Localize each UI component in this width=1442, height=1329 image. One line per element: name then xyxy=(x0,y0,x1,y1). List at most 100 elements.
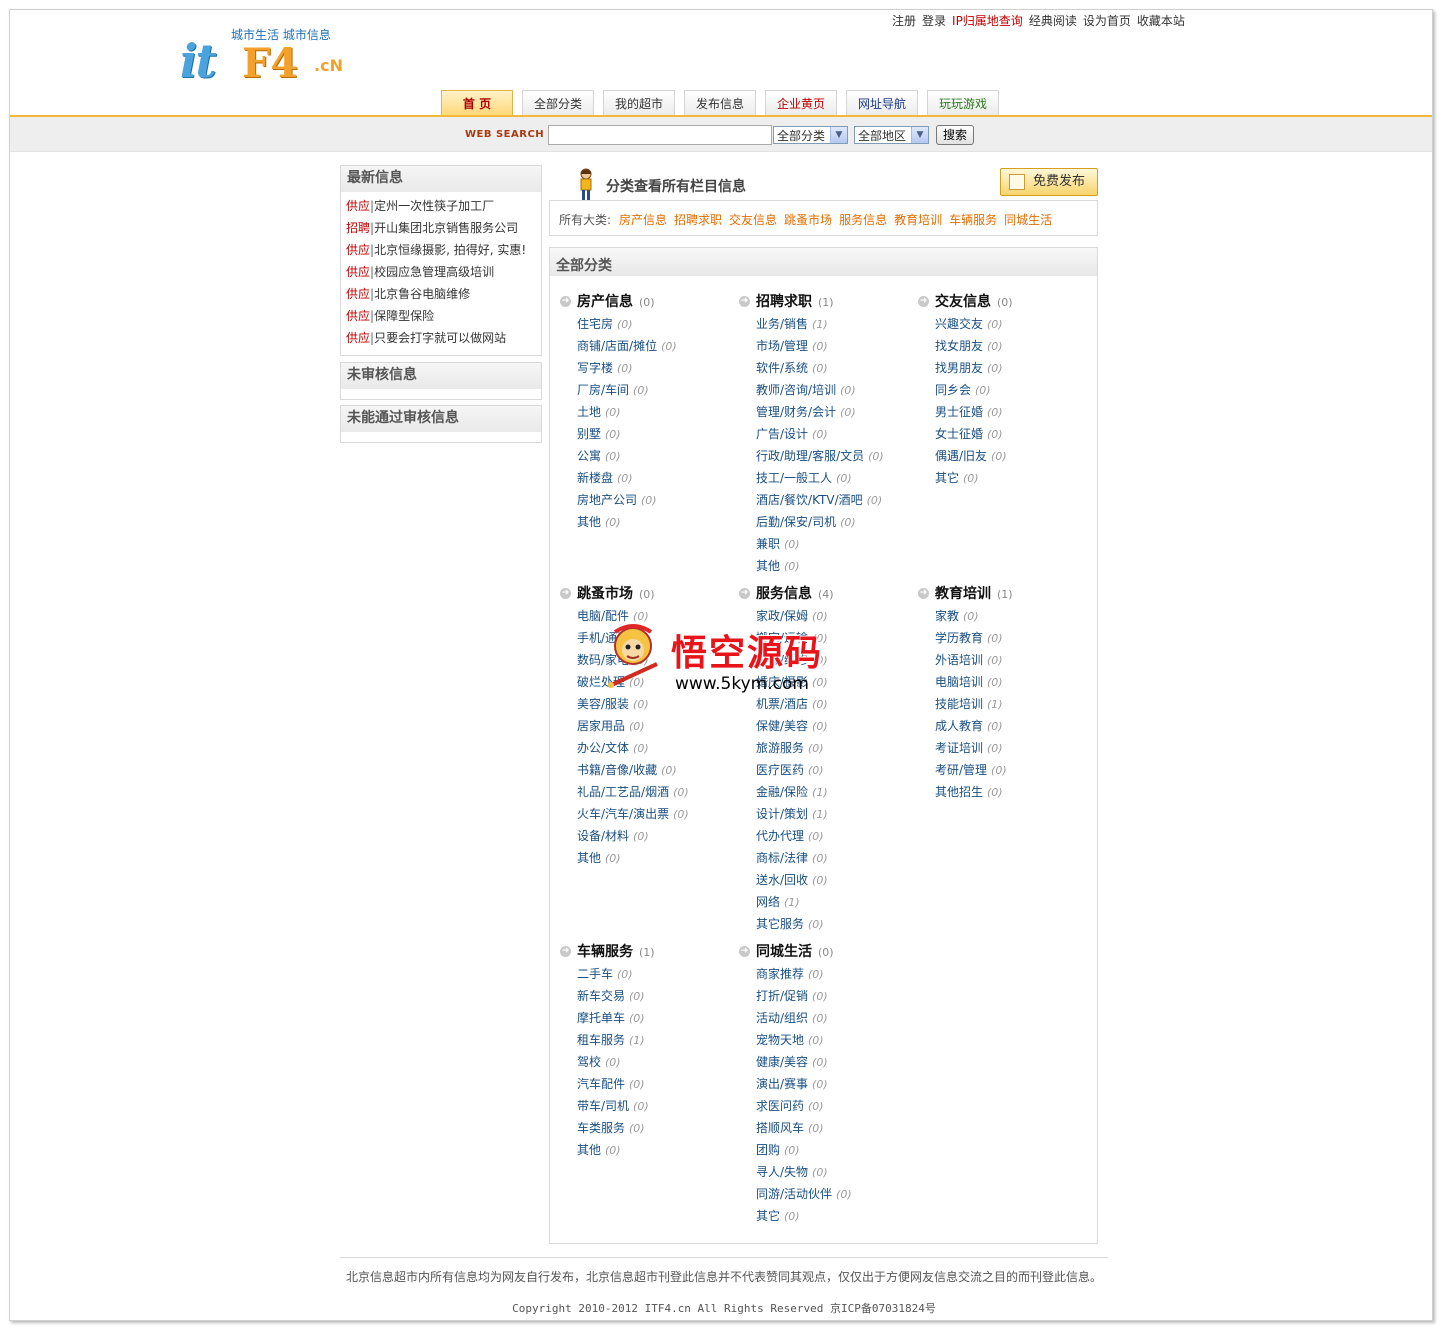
subcategory-link[interactable]: 搭顺风车 (0) xyxy=(756,1117,909,1139)
latest-info-item[interactable]: 供应|北京鲁谷电脑维修 xyxy=(346,287,541,309)
subcategory-link[interactable]: 广告/设计 (0) xyxy=(756,423,909,445)
subcategory-link[interactable]: 商铺/店面/摊位 (0) xyxy=(577,335,730,357)
top-category-link[interactable]: 房产信息 xyxy=(619,213,667,227)
top-link[interactable]: IP归属地查询 xyxy=(952,14,1023,28)
subcategory-link[interactable]: 家教 (0) xyxy=(935,605,1088,627)
search-button[interactable]: 搜索 xyxy=(936,125,974,145)
top-link[interactable]: 经典阅读 xyxy=(1029,14,1077,28)
subcategory-link[interactable]: 汽车配件 (0) xyxy=(577,1073,730,1095)
subcategory-link[interactable]: 兴趣交友 (0) xyxy=(935,313,1088,335)
tab-yellow-pages[interactable]: 企业黄页 xyxy=(765,90,837,115)
subcategory-link[interactable]: 书籍/音像/收藏 (0) xyxy=(577,759,730,781)
category-group-header[interactable]: ➜ 招聘求职 (1) xyxy=(739,291,909,313)
subcategory-link[interactable]: 演出/赛事 (0) xyxy=(756,1073,909,1095)
subcategory-link[interactable]: 写字楼 (0) xyxy=(577,357,730,379)
tab-url-nav[interactable]: 网址导航 xyxy=(846,90,918,115)
subcategory-link[interactable]: 团购 (0) xyxy=(756,1139,909,1161)
subcategory-link[interactable]: 厂房/车间 (0) xyxy=(577,379,730,401)
subcategory-link[interactable]: 酒店/餐饮/KTV/酒吧 (0) xyxy=(756,489,909,511)
top-category-link[interactable]: 同城生活 xyxy=(1004,213,1052,227)
subcategory-link[interactable]: 保健/美容 (0) xyxy=(756,715,909,737)
subcategory-link[interactable]: 其他 (0) xyxy=(577,1139,730,1161)
category-select[interactable]: 全部分类 ▼ xyxy=(773,126,848,144)
subcategory-link[interactable]: 商标/法律 (0) xyxy=(756,847,909,869)
top-link[interactable]: 注册 xyxy=(892,14,916,28)
subcategory-link[interactable]: 男士征婚 (0) xyxy=(935,401,1088,423)
subcategory-link[interactable]: 住宅房 (0) xyxy=(577,313,730,335)
category-group-header[interactable]: ➜ 车辆服务 (1) xyxy=(560,941,730,963)
subcategory-link[interactable]: 送水/回收 (0) xyxy=(756,869,909,891)
subcategory-link[interactable]: 礼品/工艺品/烟酒 (0) xyxy=(577,781,730,803)
latest-info-item[interactable]: 供应|定州一次性筷子加工厂 xyxy=(346,199,541,221)
subcategory-link[interactable]: 电脑培训 (0) xyxy=(935,671,1088,693)
subcategory-link[interactable]: 驾校 (0) xyxy=(577,1051,730,1073)
category-group-header[interactable]: ➜ 跳蚤市场 (0) xyxy=(560,583,730,605)
subcategory-link[interactable]: 其他 (0) xyxy=(577,847,730,869)
subcategory-link[interactable]: 二手车 (0) xyxy=(577,963,730,985)
subcategory-link[interactable]: 求医问药 (0) xyxy=(756,1095,909,1117)
subcategory-link[interactable]: 公寓 (0) xyxy=(577,445,730,467)
site-logo[interactable]: 城市生活 城市信息 it F4 .cN xyxy=(180,22,350,88)
subcategory-link[interactable]: 网络 (1) xyxy=(756,891,909,913)
subcategory-link[interactable]: 金融/保险 (1) xyxy=(756,781,909,803)
tab-publish[interactable]: 发布信息 xyxy=(684,90,756,115)
area-select[interactable]: 全部地区 ▼ xyxy=(854,126,929,144)
subcategory-link[interactable]: 找男朋友 (0) xyxy=(935,357,1088,379)
top-category-link[interactable]: 服务信息 xyxy=(839,213,887,227)
subcategory-link[interactable]: 教师/咨询/培训 (0) xyxy=(756,379,909,401)
subcategory-link[interactable]: 技工/一般工人 (0) xyxy=(756,467,909,489)
subcategory-link[interactable]: 偶遇/旧友 (0) xyxy=(935,445,1088,467)
latest-info-item[interactable]: 供应|只要会打字就可以做网站 xyxy=(346,331,541,353)
top-category-link[interactable]: 教育培训 xyxy=(894,213,942,227)
subcategory-link[interactable]: 新楼盘 (0) xyxy=(577,467,730,489)
subcategory-link[interactable]: 商家推荐 (0) xyxy=(756,963,909,985)
subcategory-link[interactable]: 设计/策划 (1) xyxy=(756,803,909,825)
subcategory-link[interactable]: 考研/管理 (0) xyxy=(935,759,1088,781)
subcategory-link[interactable]: 软件/系统 (0) xyxy=(756,357,909,379)
subcategory-link[interactable]: 市场/管理 (0) xyxy=(756,335,909,357)
top-category-link[interactable]: 招聘求职 xyxy=(674,213,722,227)
top-category-link[interactable]: 跳蚤市场 xyxy=(784,213,832,227)
subcategory-link[interactable]: 其他 (0) xyxy=(577,511,730,533)
top-category-link[interactable]: 交友信息 xyxy=(729,213,777,227)
subcategory-link[interactable]: 带车/司机 (0) xyxy=(577,1095,730,1117)
top-link[interactable]: 登录 xyxy=(922,14,946,28)
subcategory-link[interactable]: 房地产公司 (0) xyxy=(577,489,730,511)
subcategory-link[interactable]: 医疗医药 (0) xyxy=(756,759,909,781)
subcategory-link[interactable]: 火车/汽车/演出票 (0) xyxy=(577,803,730,825)
subcategory-link[interactable]: 土地 (0) xyxy=(577,401,730,423)
subcategory-link[interactable]: 代办代理 (0) xyxy=(756,825,909,847)
subcategory-link[interactable]: 女士征婚 (0) xyxy=(935,423,1088,445)
subcategory-link[interactable]: 其它服务 (0) xyxy=(756,913,909,935)
subcategory-link[interactable]: 成人教育 (0) xyxy=(935,715,1088,737)
subcategory-link[interactable]: 活动/组织 (0) xyxy=(756,1007,909,1029)
subcategory-link[interactable]: 宠物天地 (0) xyxy=(756,1029,909,1051)
subcategory-link[interactable]: 找女朋友 (0) xyxy=(935,335,1088,357)
tab-all-categories[interactable]: 全部分类 xyxy=(522,90,594,115)
top-link[interactable]: 设为首页 xyxy=(1083,14,1131,28)
category-group-header[interactable]: ➜ 教育培训 (1) xyxy=(918,583,1088,605)
subcategory-link[interactable]: 寻人/失物 (0) xyxy=(756,1161,909,1183)
subcategory-link[interactable]: 管理/财务/会计 (0) xyxy=(756,401,909,423)
subcategory-link[interactable]: 其它 (0) xyxy=(935,467,1088,489)
tab-home[interactable]: 首 页 xyxy=(441,90,513,116)
tab-my-market[interactable]: 我的超市 xyxy=(603,90,675,115)
subcategory-link[interactable]: 打折/促销 (0) xyxy=(756,985,909,1007)
subcategory-link[interactable]: 居家用品 (0) xyxy=(577,715,730,737)
top-category-link[interactable]: 车辆服务 xyxy=(949,213,997,227)
subcategory-link[interactable]: 健康/美容 (0) xyxy=(756,1051,909,1073)
category-group-header[interactable]: ➜ 房产信息 (0) xyxy=(560,291,730,313)
subcategory-link[interactable]: 新车交易 (0) xyxy=(577,985,730,1007)
subcategory-link[interactable]: 别墅 (0) xyxy=(577,423,730,445)
latest-info-item[interactable]: 供应|北京恒缘摄影, 拍得好, 实惠! xyxy=(346,243,541,265)
subcategory-link[interactable]: 旅游服务 (0) xyxy=(756,737,909,759)
subcategory-link[interactable]: 其他 (0) xyxy=(756,555,909,577)
subcategory-link[interactable]: 其他招生 (0) xyxy=(935,781,1088,803)
subcategory-link[interactable]: 学历教育 (0) xyxy=(935,627,1088,649)
subcategory-link[interactable]: 后勤/保安/司机 (0) xyxy=(756,511,909,533)
latest-info-item[interactable]: 供应|保障型保险 xyxy=(346,309,541,331)
subcategory-link[interactable]: 行政/助理/客服/文员 (0) xyxy=(756,445,909,467)
subcategory-link[interactable]: 设备/材料 (0) xyxy=(577,825,730,847)
category-group-header[interactable]: ➜ 交友信息 (0) xyxy=(918,291,1088,313)
top-link[interactable]: 收藏本站 xyxy=(1137,14,1185,28)
